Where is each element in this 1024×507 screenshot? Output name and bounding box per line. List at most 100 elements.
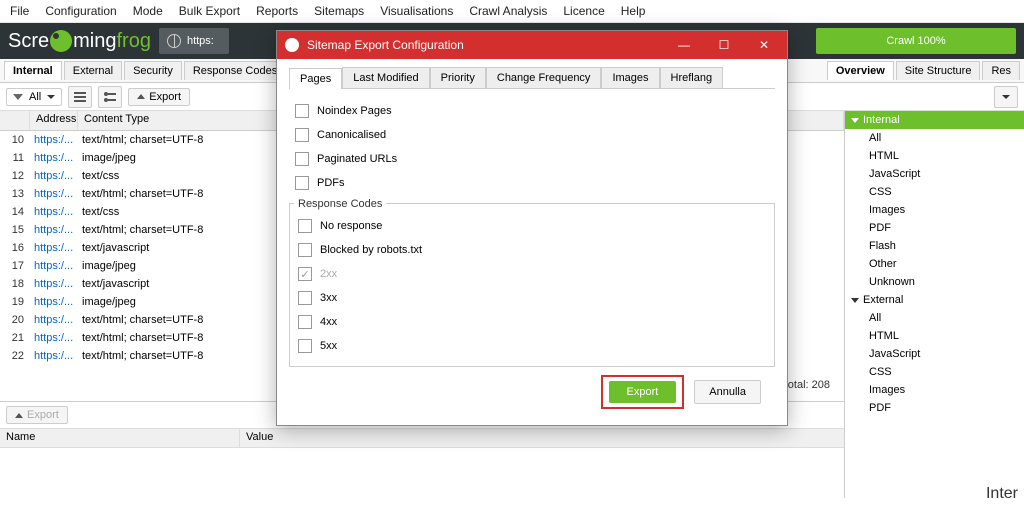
menu-reports[interactable]: Reports [256,4,298,18]
tab-last-modified[interactable]: Last Modified [342,67,429,88]
menu-crawl-analysis[interactable]: Crawl Analysis [469,4,547,18]
tree-item[interactable]: HTML [845,147,1024,165]
col-address[interactable]: Address [30,111,78,130]
checkbox-row[interactable]: 4xx [298,310,766,334]
menu-help[interactable]: Help [621,4,646,18]
checkbox-label: 4xx [320,316,337,328]
checkbox-row[interactable]: Paginated URLs [295,147,769,171]
menu-bulk-export[interactable]: Bulk Export [179,4,240,18]
checkbox-row[interactable]: Noindex Pages [295,99,769,123]
minimize-button[interactable]: — [669,35,699,55]
tree-item[interactable]: Images [845,381,1024,399]
crawl-button[interactable]: Crawl 100% [816,28,1016,54]
checkbox-label: No response [320,220,382,232]
fieldset-legend: Response Codes [294,198,386,210]
arrow-up-icon [137,94,145,99]
tab-site-structure[interactable]: Site Structure [896,61,981,80]
checkbox-label: 3xx [320,292,337,304]
col-num[interactable] [0,111,30,130]
col-name[interactable]: Name [0,429,240,447]
checkbox-row[interactable]: 5xx [298,334,766,358]
checkbox-row[interactable]: 3xx [298,286,766,310]
tab-response-codes[interactable]: Response Codes [184,61,286,80]
right-panel-tabs: Overview Site Structure Res [827,61,1020,80]
url-bar[interactable]: https: [159,28,229,54]
checkbox[interactable] [295,104,309,118]
tree-item[interactable]: External [845,291,1024,309]
row-number: 14 [0,206,30,218]
checkbox[interactable] [295,176,309,190]
checkbox[interactable] [295,152,309,166]
col-value[interactable]: Value [240,429,844,447]
view-tree-button[interactable] [98,86,122,108]
tree-item[interactable]: HTML [845,327,1024,345]
tab-priority[interactable]: Priority [430,67,486,88]
row-address: https:/... [30,242,78,254]
list-icon [74,92,86,102]
row-number: 16 [0,242,30,254]
tree-item[interactable]: CSS [845,363,1024,381]
tab-overview[interactable]: Overview [827,61,894,80]
tab-internal[interactable]: Internal [4,61,62,80]
cancel-button[interactable]: Annulla [694,380,761,404]
tree-item[interactable]: JavaScript [845,165,1024,183]
sitemap-export-dialog: Sitemap Export Configuration — ☐ ✕ Pages… [276,30,788,426]
tree-item[interactable]: Other [845,255,1024,273]
tab-pages[interactable]: Pages [289,68,342,89]
tab-change-frequency[interactable]: Change Frequency [486,67,602,88]
dialog-titlebar[interactable]: Sitemap Export Configuration — ☐ ✕ [277,31,787,59]
detail-export-label: Export [27,409,59,421]
row-address: https:/... [30,350,78,362]
menu-licence[interactable]: Licence [563,4,604,18]
tree-item[interactable]: Internal [845,111,1024,129]
row-address: https:/... [30,332,78,344]
checkbox-row[interactable]: PDFs [295,171,769,195]
checkbox[interactable] [295,128,309,142]
checkbox-row[interactable]: Canonicalised [295,123,769,147]
menu-file[interactable]: File [10,4,29,18]
expand-icon [851,118,859,123]
checkbox[interactable] [298,315,312,329]
tree-item[interactable]: All [845,129,1024,147]
tree-item[interactable]: Unknown [845,273,1024,291]
tab-hreflang[interactable]: Hreflang [660,67,724,88]
detail-export-button[interactable]: Export [6,406,68,424]
tab-external[interactable]: External [64,61,122,80]
dialog-tabs: Pages Last Modified Priority Change Freq… [289,67,775,89]
checkbox[interactable] [298,219,312,233]
maximize-button[interactable]: ☐ [709,35,739,55]
checkbox[interactable] [298,243,312,257]
tab-truncated-right[interactable]: Res [982,61,1020,80]
menu-sitemaps[interactable]: Sitemaps [314,4,364,18]
view-list-button[interactable] [68,86,92,108]
pages-options: Noindex PagesCanonicalisedPaginated URLs… [289,89,775,199]
row-number: 12 [0,170,30,182]
row-number: 20 [0,314,30,326]
arrow-up-icon [15,413,23,418]
menu-mode[interactable]: Mode [133,4,163,18]
tree-item[interactable]: CSS [845,183,1024,201]
logo-text: Scre [8,30,49,53]
export-button[interactable]: Export [128,88,190,106]
overview-sidebar: InternalAllHTMLJavaScriptCSSImagesPDFFla… [844,111,1024,498]
checkbox[interactable] [298,291,312,305]
export-confirm-button[interactable]: Export [609,381,677,403]
search-dropdown-button[interactable] [994,86,1018,108]
tree-item[interactable]: PDF [845,219,1024,237]
tab-images[interactable]: Images [601,67,659,88]
row-address: https:/... [30,278,78,290]
tree-item[interactable]: Flash [845,237,1024,255]
filter-dropdown[interactable]: All [6,88,62,106]
tree-item[interactable]: All [845,309,1024,327]
tree-item[interactable]: Images [845,201,1024,219]
checkbox-row[interactable]: Blocked by robots.txt [298,238,766,262]
checkbox[interactable] [298,339,312,353]
tree-item[interactable]: PDF [845,399,1024,417]
menu-configuration[interactable]: Configuration [45,4,116,18]
checkbox-row[interactable]: No response [298,214,766,238]
overview-tree[interactable]: InternalAllHTMLJavaScriptCSSImagesPDFFla… [845,111,1024,417]
close-button[interactable]: ✕ [749,35,779,55]
tree-item[interactable]: JavaScript [845,345,1024,363]
tab-security[interactable]: Security [124,61,182,80]
menu-visualisations[interactable]: Visualisations [380,4,453,18]
